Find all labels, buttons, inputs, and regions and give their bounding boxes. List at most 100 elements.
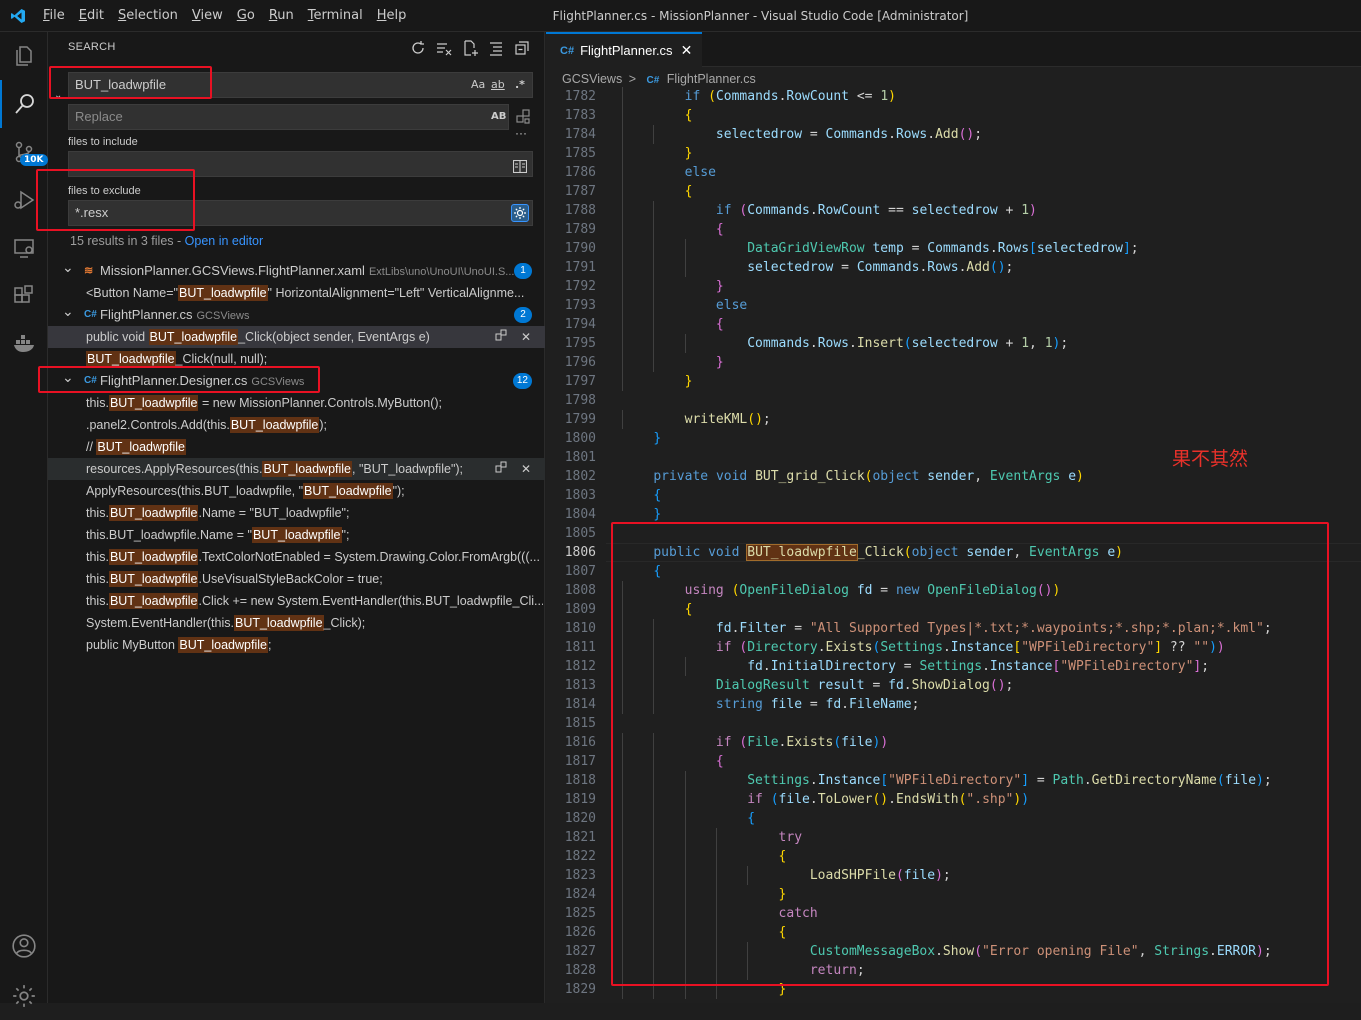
match-result-row[interactable]: public MyButton BUT_loadwpfile; bbox=[48, 634, 545, 656]
match-pre: this. bbox=[86, 396, 109, 410]
dismiss-match-icon[interactable]: ✕ bbox=[521, 330, 531, 344]
match-result-row[interactable]: public void BUT_loadwpfile_Click(object … bbox=[48, 326, 545, 348]
settings-gear-icon[interactable] bbox=[0, 972, 48, 1020]
match-result-row[interactable]: this.BUT_loadwpfile.UseVisualStyleBackCo… bbox=[48, 568, 545, 590]
result-count-badge: 2 bbox=[514, 307, 532, 323]
line-number: 1821 bbox=[564, 830, 596, 845]
csharp-file-icon: C# bbox=[646, 75, 660, 86]
collapse-all-icon[interactable] bbox=[514, 40, 530, 61]
line-number: 1808 bbox=[564, 583, 596, 598]
match-result-row[interactable]: ApplyResources(this.BUT_loadwpfile, "BUT… bbox=[48, 480, 545, 502]
match-result-row[interactable]: <Button Name="BUT_loadwpfile" Horizontal… bbox=[48, 282, 545, 304]
line-number: 1782 bbox=[564, 89, 596, 104]
line-number: 1802 bbox=[564, 469, 596, 484]
extensions-icon[interactable] bbox=[0, 272, 48, 320]
match-result-row[interactable]: this.BUT_loadwpfile.Name = "BUT_loadwpfi… bbox=[48, 524, 545, 546]
code-line: } bbox=[778, 887, 787, 902]
match-pre: this. bbox=[86, 594, 109, 608]
match-result-row[interactable]: this.BUT_loadwpfile.TextColorNotEnabled … bbox=[48, 546, 545, 568]
line-number: 1784 bbox=[564, 127, 596, 142]
match-text: this.BUT_loadwpfile.Click += new System.… bbox=[86, 590, 543, 612]
line-number: 1827 bbox=[564, 944, 596, 959]
open-in-editor-link[interactable]: Open in editor bbox=[185, 234, 264, 248]
account-icon[interactable] bbox=[0, 922, 48, 970]
line-number: 1793 bbox=[564, 298, 596, 313]
match-post: _Click); bbox=[323, 616, 366, 630]
replace-input[interactable]: Replace AB bbox=[68, 104, 509, 130]
match-actions: ✕ bbox=[495, 326, 531, 348]
code-line: { bbox=[778, 925, 787, 940]
line-number: 1788 bbox=[564, 203, 596, 218]
match-result-row[interactable]: BUT_loadwpfile_Click(null, null); bbox=[48, 348, 545, 370]
file-path: GCSViews bbox=[251, 376, 305, 388]
search-input[interactable]: BUT_loadwpfile Aa ab .* bbox=[68, 72, 533, 98]
remote-explorer-icon[interactable] bbox=[0, 224, 48, 272]
file-result-name: FlightPlanner.cs GCSViews bbox=[100, 304, 249, 327]
match-result-row[interactable]: this.BUT_loadwpfile = new MissionPlanner… bbox=[48, 392, 545, 414]
code-line: { bbox=[715, 754, 724, 769]
code-line: } bbox=[715, 355, 724, 370]
open-editors-only-icon[interactable] bbox=[512, 157, 528, 181]
match-result-row[interactable]: System.EventHandler(this.BUT_loadwpfile_… bbox=[48, 612, 545, 634]
dismiss-match-icon[interactable]: ✕ bbox=[521, 462, 531, 476]
toggle-details-icon[interactable]: ··· bbox=[515, 126, 527, 140]
file-result-row[interactable]: ⌄ C# FlightPlanner.cs GCSViews 2 bbox=[48, 303, 545, 327]
toggle-replace-chevron-icon[interactable]: ⌄ bbox=[54, 90, 62, 101]
file-result-row[interactable]: ⌄ C# FlightPlanner.Designer.cs GCSViews 12 bbox=[48, 369, 545, 392]
line-number: 1814 bbox=[564, 697, 596, 712]
results-summary: 15 results in 3 files - Open in editor bbox=[70, 234, 263, 248]
code-line: Settings.Instance["WPFileDirectory"] = P… bbox=[747, 773, 1272, 788]
view-as-tree-icon[interactable] bbox=[488, 40, 504, 61]
file-result-row[interactable]: ⌄ ≋ MissionPlanner.GCSViews.FlightPlanner.… bbox=[48, 259, 545, 282]
csharp-file-icon: C# bbox=[84, 309, 97, 320]
replace-match-icon[interactable] bbox=[495, 461, 507, 476]
line-number: 1819 bbox=[564, 792, 596, 807]
match-pre: <Button Name=" bbox=[86, 286, 178, 300]
new-search-editor-icon[interactable] bbox=[462, 40, 478, 61]
code-line: } bbox=[684, 374, 693, 389]
tab-flightplanner-cs[interactable]: C# FlightPlanner.cs ✕ bbox=[546, 32, 703, 67]
code-line: if (File.Exists(file)) bbox=[715, 735, 889, 750]
line-number: 1816 bbox=[564, 735, 596, 750]
files-to-include-input[interactable] bbox=[68, 151, 533, 177]
use-regex-toggle[interactable]: .* bbox=[515, 73, 525, 97]
breadcrumb-file[interactable]: FlightPlanner.cs bbox=[667, 72, 756, 86]
match-result-row[interactable]: resources.ApplyResources(this.BUT_loadwp… bbox=[48, 458, 545, 480]
files-to-exclude-input[interactable]: *.resx bbox=[68, 200, 533, 226]
match-hit: BUT_loadwpfile bbox=[108, 549, 199, 565]
search-icon[interactable] bbox=[0, 80, 48, 128]
match-hit: BUT_loadwpfile bbox=[251, 527, 342, 543]
run-debug-icon[interactable] bbox=[0, 176, 48, 224]
match-case-toggle[interactable]: Aa bbox=[471, 73, 485, 97]
chevron-down-icon[interactable]: ⌄ bbox=[62, 256, 74, 278]
tab-label: FlightPlanner.cs bbox=[580, 43, 673, 58]
match-hit: BUT_loadwpfile bbox=[96, 439, 186, 455]
explorer-icon[interactable] bbox=[0, 32, 48, 80]
match-text: ApplyResources(this.BUT_loadwpfile, "BUT… bbox=[86, 480, 543, 502]
match-text: public MyButton BUT_loadwpfile; bbox=[86, 634, 543, 656]
docker-icon[interactable] bbox=[0, 320, 48, 368]
match-result-row[interactable]: this.BUT_loadwpfile.Name = "BUT_loadwpfi… bbox=[48, 502, 545, 524]
source-control-icon[interactable]: 10K bbox=[0, 128, 48, 176]
code-line: { bbox=[715, 222, 724, 237]
preserve-case-toggle[interactable]: AB bbox=[491, 105, 506, 129]
chevron-down-icon[interactable]: ⌄ bbox=[62, 366, 74, 388]
match-result-row[interactable]: // BUT_loadwpfile bbox=[48, 436, 545, 458]
close-tab-icon[interactable]: ✕ bbox=[681, 42, 693, 59]
match-whole-word-toggle[interactable]: ab bbox=[491, 73, 505, 97]
refresh-icon[interactable] bbox=[410, 40, 426, 61]
replace-match-icon[interactable] bbox=[495, 329, 507, 344]
match-result-row[interactable]: .panel2.Controls.Add(this.BUT_loadwpfile… bbox=[48, 414, 545, 436]
code-line: { bbox=[778, 849, 787, 864]
match-text: BUT_loadwpfile_Click(null, null); bbox=[86, 348, 543, 370]
line-number: 1797 bbox=[564, 374, 596, 389]
line-number: 1799 bbox=[564, 412, 596, 427]
breadcrumb-folder[interactable]: GCSViews bbox=[562, 72, 622, 86]
xaml-file-icon: ≋ bbox=[84, 265, 94, 277]
use-exclude-settings-gear-icon[interactable] bbox=[511, 204, 529, 222]
code-line: } bbox=[653, 431, 662, 446]
match-result-row[interactable]: this.BUT_loadwpfile.Click += new System.… bbox=[48, 590, 545, 612]
match-text: this.BUT_loadwpfile.Name = "BUT_loadwpfi… bbox=[86, 502, 543, 524]
clear-results-icon[interactable] bbox=[436, 40, 452, 61]
chevron-down-icon[interactable]: ⌄ bbox=[62, 300, 74, 322]
